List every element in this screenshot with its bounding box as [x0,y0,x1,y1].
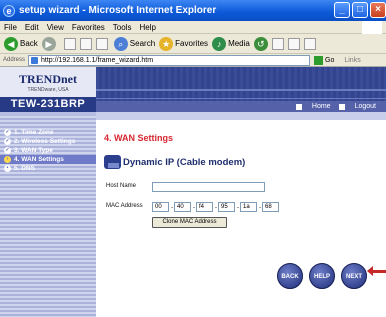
nav-item-wireless-settings[interactable]: ✓ 2. Wireless Settings [0,137,96,146]
home-link[interactable]: Home [295,103,331,110]
nav-item-label: 1. Time Zone [14,129,54,136]
mac-octet-5-input[interactable]: 1a [240,202,257,212]
minimize-button[interactable]: _ [334,2,350,18]
mac-separator: - [171,205,173,211]
forward-arrow-icon: ▶ [41,36,56,51]
wizard-steps-nav: ✓ 1. Time Zone ✓ 2. Wireless Settings ✓ … [0,128,96,173]
next-button[interactable]: NEXT [341,263,367,289]
media-label: Media [228,39,250,48]
address-bar: Address http://192.168.1.1/frame_wizard.… [0,54,386,67]
pointer-arrow-icon [367,266,386,276]
favorites-label: Favorites [175,39,209,48]
menu-help[interactable]: Help [139,23,155,32]
go-arrow-icon [314,55,324,65]
logout-label: Logout [354,103,376,110]
menu-bar: File Edit View Favorites Tools Help [0,21,386,34]
modem-icon [104,155,121,169]
nav-item-label: 2. Wireless Settings [14,138,76,145]
back-label: Back [20,39,38,48]
logout-icon [338,103,345,110]
mac-octet-4-input[interactable]: 95 [218,202,235,212]
nav-item-label: 4. WAN Settings [14,156,64,163]
nav-item-label: 5. DNS [14,165,35,172]
mac-separator: - [193,205,195,211]
content-header-stripe [96,112,386,120]
banner-divider [96,98,386,99]
home-icon [295,103,302,110]
clone-mac-button[interactable]: Clone MAC Address [152,217,227,228]
star-icon: ★ [159,36,174,51]
step-bullet-icon: • [4,165,11,172]
banner-divider [96,89,386,91]
main-content [96,120,386,317]
menu-file[interactable]: File [4,23,17,32]
host-name-label: Host Name [106,183,137,189]
step-check-icon: ✓ [4,138,11,145]
browser-toolbar: ◀ Back ▶ ⌕ Search ★ Favorites ♪ Media ↺ [0,34,386,54]
back-arrow-icon: ◀ [4,36,18,51]
windows-flag-icon [362,21,382,34]
address-label: Address [3,57,26,63]
help-button[interactable]: HELP [309,263,335,289]
mac-octet-1-input[interactable]: 00 [152,202,169,212]
menu-edit[interactable]: Edit [25,23,39,32]
links-label[interactable]: Links [344,57,360,64]
refresh-icon[interactable] [79,37,92,50]
mac-separator: - [237,205,239,211]
mac-separator: - [259,205,261,211]
address-input[interactable]: http://192.168.1.1/frame_wizard.htm [28,54,311,66]
menu-favorites[interactable]: Favorites [72,23,105,32]
stop-icon[interactable] [63,37,76,50]
search-label: Search [129,39,156,48]
nav-item-dns[interactable]: • 5. DNS [0,164,96,173]
nav-item-time-zone[interactable]: ✓ 1. Time Zone [0,128,96,137]
close-button[interactable]: × [370,2,386,18]
connection-type-title: Dynamic IP (Cable modem) [123,156,246,168]
step-check-icon: ✓ [4,147,11,154]
home-label: Home [311,103,331,110]
model-name: TEW-231BRP [0,97,96,112]
host-name-input[interactable] [152,182,265,192]
ie-logo-icon: e [3,4,15,17]
mac-octet-6-input[interactable]: 68 [262,202,279,212]
page-title: 4. WAN Settings [104,133,174,143]
mac-octet-2-input[interactable]: 40 [174,202,191,212]
window-titlebar: e setup wizard - Microsoft Internet Expl… [0,0,386,21]
menu-tools[interactable]: Tools [113,23,132,32]
edit-icon[interactable] [303,37,316,50]
mac-separator: - [215,205,217,211]
menu-view[interactable]: View [47,23,64,32]
search-icon: ⌕ [113,36,128,51]
home-icon[interactable] [95,37,108,50]
nav-item-wan-type[interactable]: ✓ 3. WAN Type [0,146,96,155]
top-nav: Home Logout [96,101,386,112]
brand-tagline: TRENDware, USA [27,87,69,93]
nav-item-wan-settings[interactable]: › 4. WAN Settings [0,155,96,164]
history-icon[interactable]: ↺ [253,36,268,51]
step-check-icon: ✓ [4,129,11,136]
logout-link[interactable]: Logout [338,103,376,110]
maximize-button[interactable]: □ [352,2,368,18]
favorites-button[interactable]: ★ Favorites [159,36,209,51]
back-button[interactable]: ◀ Back [4,36,38,51]
go-button[interactable]: Go [314,55,335,65]
media-icon: ♪ [212,36,227,51]
step-current-icon: › [4,156,11,163]
print-icon[interactable] [287,37,300,50]
brand-name: TRENDnet [18,72,77,86]
connection-type-header: Dynamic IP (Cable modem) [104,155,245,169]
back-wizard-button[interactable]: BACK [277,263,303,289]
mac-octet-3-input[interactable]: f4 [196,202,213,212]
mail-icon[interactable] [271,37,284,50]
nav-item-label: 3. WAN Type [14,147,53,154]
window-title: setup wizard - Microsoft Internet Explor… [19,5,217,16]
brand-logo: TRENDnet TRENDware, USA [0,67,96,97]
search-button[interactable]: ⌕ Search [113,36,156,51]
media-button[interactable]: ♪ Media [212,36,250,51]
go-label: Go [325,56,335,64]
forward-button[interactable]: ▶ [41,36,58,51]
mac-address-label: MAC Address [106,203,143,209]
